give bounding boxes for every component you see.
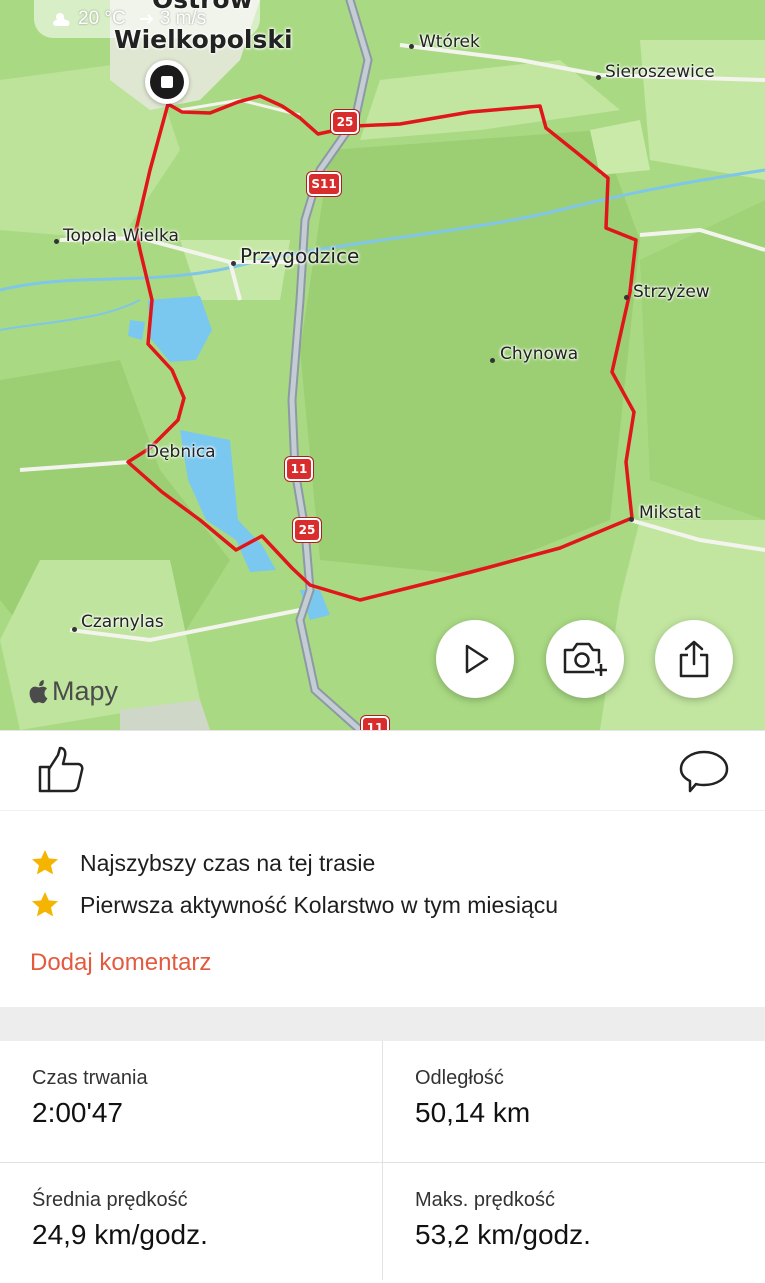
achievement-item: Pierwsza aktywność Kolarstwo w tym miesi… — [30, 890, 558, 920]
play-icon — [465, 644, 489, 674]
city-label-line2: Wielkopolski — [114, 25, 293, 54]
road-shield-25-south: 25 — [293, 518, 321, 542]
apple-icon — [29, 679, 48, 703]
grid-divider-horizontal — [0, 1162, 765, 1163]
speech-bubble-icon — [679, 750, 729, 793]
stop-icon — [150, 65, 184, 99]
share-button[interactable] — [655, 620, 733, 698]
town-topola-wielka: Topola Wielka — [63, 226, 179, 246]
achievement-text: Pierwsza aktywność Kolarstwo w tym miesi… — [80, 891, 559, 918]
achievements-section: Najszybszy czas na tej trasie Pierwsza a… — [0, 810, 765, 1008]
thumbs-up-icon — [38, 746, 84, 793]
attribution-text: Mapy — [52, 676, 119, 706]
stat-avg-speed: Średnia prędkość 24,9 km/godz. — [0, 1163, 382, 1283]
cloud-sun-icon — [53, 13, 70, 26]
add-photo-button[interactable] — [546, 620, 624, 698]
share-icon — [679, 640, 709, 678]
town-wtorek: Wtórek — [419, 32, 480, 52]
play-flyover-button[interactable] — [436, 620, 514, 698]
stat-value: 50,14 km — [415, 1097, 531, 1128]
achievement-text: Najszybszy czas na tej trasie — [80, 849, 376, 876]
social-action-bar — [0, 730, 765, 811]
section-divider — [0, 1007, 765, 1041]
route-end-marker[interactable] — [145, 60, 189, 104]
town-strzyzew: Strzyżew — [633, 282, 710, 302]
stat-label: Maks. prędkość — [415, 1189, 556, 1211]
town-przygodzice: Przygodzice — [240, 244, 360, 268]
camera-add-icon — [563, 642, 608, 677]
road-shield-11: 11 — [285, 457, 313, 481]
stat-value: 2:00'47 — [32, 1097, 123, 1128]
star-icon — [32, 892, 58, 917]
achievement-item: Najszybszy czas na tej trasie — [30, 848, 375, 878]
stats-grid: Czas trwania 2:00'47 Odległość 50,14 km … — [0, 1041, 765, 1280]
stat-max-speed: Maks. prędkość 53,2 km/godz. — [383, 1163, 765, 1283]
add-comment-link[interactable]: Dodaj komentarz — [30, 949, 211, 977]
road-shield-11-south: 11 — [361, 716, 389, 730]
stat-label: Odległość — [415, 1067, 504, 1089]
town-chynowa: Chynowa — [500, 344, 579, 364]
comment-button[interactable] — [678, 749, 730, 800]
stat-value: 53,2 km/godz. — [415, 1219, 591, 1250]
town-mikstat: Mikstat — [639, 503, 701, 523]
road-shield-s11: S11 — [307, 172, 341, 196]
stat-label: Czas trwania — [32, 1067, 148, 1089]
town-debnica: Dębnica — [146, 442, 216, 462]
road-shield-25: 25 — [331, 110, 359, 134]
stat-duration: Czas trwania 2:00'47 — [0, 1041, 382, 1161]
grid-divider-vertical — [382, 1041, 383, 1280]
town-sieroszewice: Sieroszewice — [605, 62, 715, 82]
star-icon — [32, 850, 58, 875]
stat-distance: Odległość 50,14 km — [383, 1041, 765, 1161]
town-czarnylas: Czarnylas — [81, 612, 164, 632]
like-button[interactable] — [36, 745, 86, 800]
map-attribution: Mapy — [28, 676, 118, 707]
activity-map[interactable]: 20 °C 3 m/s Ostrów Wielkopolski Wtórek S… — [0, 0, 765, 730]
city-label-line1: Ostrów — [152, 0, 253, 13]
stat-value: 24,9 km/godz. — [32, 1219, 208, 1250]
stat-label: Średnia prędkość — [32, 1189, 188, 1211]
